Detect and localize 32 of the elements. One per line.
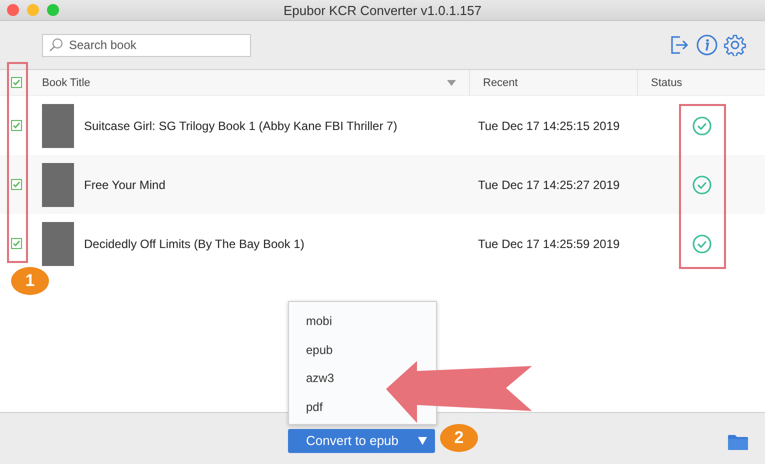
book-cover-placeholder [42, 162, 74, 206]
recent-date: Tue Dec 17 14:25:59 2019 [478, 236, 620, 250]
book-title: Suitcase Girl: SG Trilogy Book 1 (Abby Kane FBI Thriller 7) [84, 118, 398, 132]
row-checkbox[interactable] [10, 179, 22, 190]
select-all-checkbox[interactable] [10, 77, 22, 88]
info-icon[interactable] [696, 34, 718, 56]
row-checkbox[interactable] [10, 120, 22, 131]
search-field[interactable]: Search book [42, 34, 251, 56]
caret-icon [418, 436, 427, 444]
format-option[interactable]: epub [306, 342, 333, 357]
minimize-button[interactable] [27, 4, 39, 16]
convert-button[interactable]: Convert to epub [288, 428, 435, 452]
book-title: Decidedly Off Limits (By The Bay Book 1) [84, 236, 304, 250]
book-cover-placeholder [42, 104, 74, 148]
recent-date: Tue Dec 17 14:25:27 2019 [478, 178, 620, 192]
close-button[interactable] [7, 4, 19, 16]
step-badge: 1 [11, 267, 49, 295]
column-header[interactable]: Book Title [32, 70, 470, 95]
format-option[interactable]: pdf [306, 400, 323, 414]
settings-icon[interactable] [724, 34, 746, 56]
folder-icon[interactable] [728, 434, 748, 450]
recent-date: Tue Dec 17 14:25:15 2019 [478, 118, 620, 132]
format-option[interactable]: mobi [306, 314, 332, 328]
format-option[interactable]: azw3 [306, 371, 334, 386]
book-cover-placeholder [42, 222, 74, 266]
zoom-button[interactable] [47, 4, 59, 16]
row-checkbox[interactable] [10, 238, 22, 249]
window-title: Epubor KCR Converter v1.0.1.157 [284, 2, 482, 18]
column-header[interactable]: Status [638, 70, 765, 95]
column-header[interactable]: Recent [470, 70, 638, 95]
book-title: Free Your Mind [84, 178, 166, 192]
sort-caret-icon [447, 80, 456, 86]
